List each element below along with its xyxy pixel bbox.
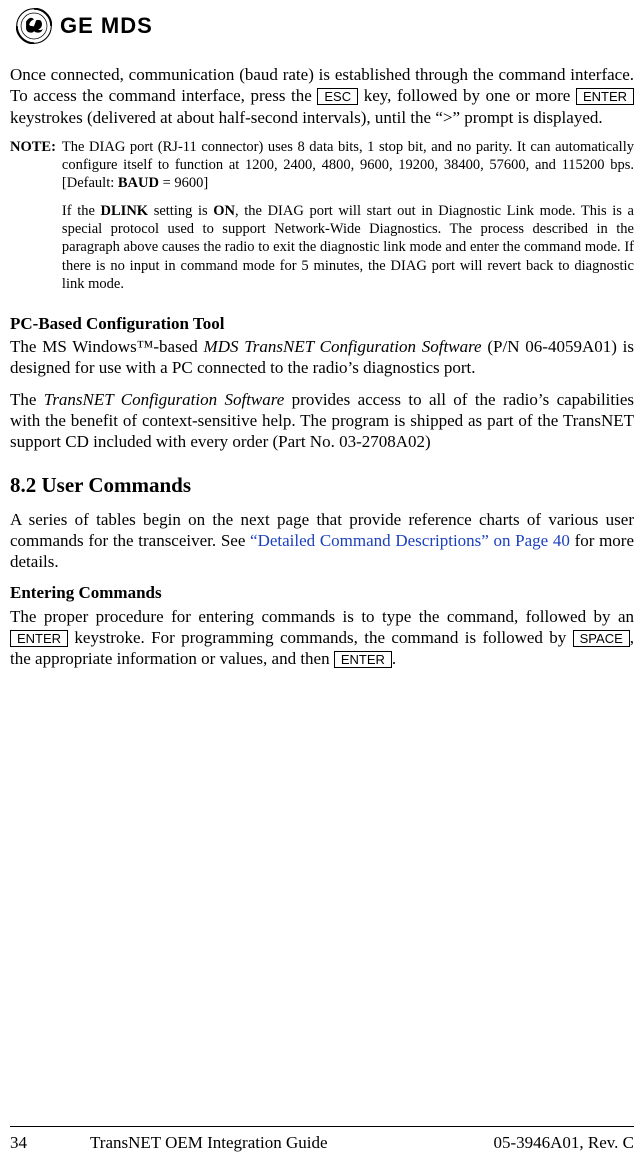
- text: key, followed by one or more: [358, 86, 576, 105]
- footer-title: TransNET OEM Integration Guide: [90, 1132, 493, 1153]
- text: If the: [62, 203, 101, 219]
- text: = 9600]: [159, 175, 208, 191]
- subheading-pc-tool: PC-Based Configuration Tool: [10, 313, 634, 334]
- note-block: NOTE: The DIAG port (RJ-11 connector) us…: [10, 138, 634, 303]
- text: The: [10, 390, 44, 409]
- page-number: 34: [10, 1132, 90, 1153]
- text: setting is: [148, 203, 213, 219]
- header-logo: GE MDS: [16, 8, 634, 44]
- enter-key: ENTER: [576, 88, 634, 105]
- section-heading-user-commands: 8.2 User Commands: [10, 472, 634, 498]
- text-italic: MDS TransNET Configuration Software: [204, 337, 482, 356]
- ge-logo-icon: [16, 8, 52, 44]
- text: keystroke. For programming commands, the…: [68, 628, 573, 647]
- esc-key: ESC: [317, 88, 358, 105]
- text-bold: BAUD: [118, 175, 159, 191]
- text: keystrokes (delivered at about half-seco…: [10, 108, 603, 127]
- note-body: The DIAG port (RJ-11 connector) uses 8 d…: [62, 138, 634, 303]
- note-paragraph-1: The DIAG port (RJ-11 connector) uses 8 d…: [62, 138, 634, 192]
- pc-tool-paragraph-1: The MS Windows™-based MDS TransNET Confi…: [10, 336, 634, 379]
- text: The proper procedure for entering comman…: [10, 607, 634, 626]
- user-commands-intro: A series of tables begin on the next pag…: [10, 509, 634, 573]
- subheading-entering-commands: Entering Commands: [10, 582, 634, 603]
- intro-paragraph: Once connected, communication (baud rate…: [10, 64, 634, 128]
- text-bold: DLINK: [101, 203, 149, 219]
- footer-revision: 05-3946A01, Rev. C: [493, 1132, 634, 1153]
- pc-tool-paragraph-2: The TransNET Configuration Software prov…: [10, 389, 634, 453]
- space-key: SPACE: [573, 630, 630, 647]
- enter-key: ENTER: [10, 630, 68, 647]
- note-label: NOTE:: [10, 138, 56, 303]
- enter-key: ENTER: [334, 651, 392, 668]
- entering-commands-paragraph: The proper procedure for entering comman…: [10, 606, 634, 670]
- text-bold: ON: [213, 203, 235, 219]
- main-content: Once connected, communication (baud rate…: [10, 64, 634, 669]
- cross-reference-link[interactable]: “Detailed Command Descriptions” on Page …: [250, 531, 570, 550]
- text-italic: TransNET Configuration Software: [44, 390, 285, 409]
- note-paragraph-2: If the DLINK setting is ON, the DIAG por…: [62, 202, 634, 293]
- text: .: [392, 649, 396, 668]
- text: The MS Windows™-based: [10, 337, 204, 356]
- page-footer: 34 TransNET OEM Integration Guide 05-394…: [10, 1126, 634, 1153]
- brand-name: GE MDS: [60, 12, 153, 40]
